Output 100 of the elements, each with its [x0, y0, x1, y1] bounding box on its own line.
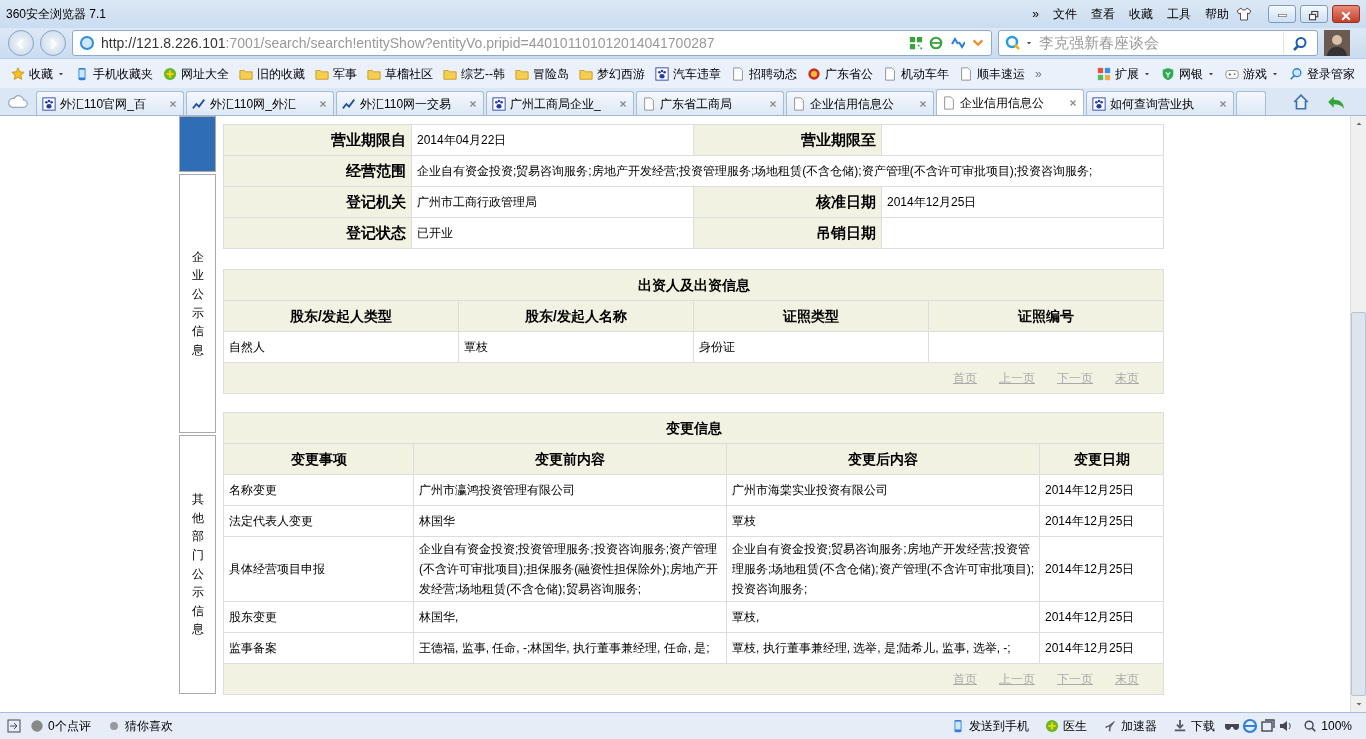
search-logo-icon	[1005, 35, 1021, 51]
back-button[interactable]	[8, 30, 34, 56]
table-cell: 覃枝	[458, 331, 694, 363]
bookmark-item[interactable]: 冒险岛	[510, 64, 574, 83]
browser-tab[interactable]: 企业信用信息公	[936, 89, 1084, 115]
sidebar-tab[interactable]: 其他部门公示信息	[179, 435, 216, 694]
column-header: 变更日期	[1039, 443, 1164, 475]
menu-item[interactable]: 查看	[1084, 5, 1122, 23]
field-label: 登记机关	[223, 186, 412, 218]
column-header: 变更事项	[223, 443, 414, 475]
column-header: 股东/发起人名称	[458, 300, 694, 332]
globe-icon	[79, 35, 95, 51]
menu-item[interactable]: 收藏	[1122, 5, 1160, 23]
bookmark-item[interactable]: 草榴社区	[362, 64, 438, 83]
bookmark-item[interactable]: 网址大全	[158, 64, 234, 83]
address-bar[interactable]: http://121.8.226.101:7001/search/search!entityShow?entityVo.pripid=440101101012014041700287	[72, 30, 992, 56]
field-label: 经营范围	[223, 155, 412, 187]
table-cell: 名称变更	[223, 474, 414, 506]
restore-button[interactable]	[1300, 5, 1328, 23]
browser-tab[interactable]: 广州工商局企业_	[486, 91, 634, 115]
caret-icon	[1025, 39, 1033, 47]
close-button[interactable]	[1332, 5, 1360, 23]
close-icon	[918, 98, 928, 109]
bookmark-item[interactable]: 综艺--韩	[438, 64, 510, 83]
status-item[interactable]: 0个点评	[22, 717, 99, 735]
table-cell: 林国华,	[413, 601, 727, 633]
browser-tab[interactable]: 外汇110网一交易	[336, 91, 484, 115]
status-item[interactable]: 下载	[1165, 717, 1224, 735]
sidebar-tab[interactable]	[179, 116, 216, 172]
table-cell: 林国华	[413, 505, 727, 537]
browser-tab[interactable]: 广东省工商局	[636, 91, 784, 115]
field-value: 企业自有资金投资;贸易咨询服务;房地产开发经营;投资管理服务;场地租赁(不含仓储);资产管理(不含许可审批项目);投资咨询服务;	[411, 155, 1164, 187]
browser-tab[interactable]: 如何查询营业执	[1086, 91, 1234, 115]
bookmark-item[interactable]: 收藏	[6, 64, 70, 83]
url-text: http://121.8.226.101:7001/search/search!entityShow?entityVo.pripid=440101101012014041700287	[101, 33, 716, 53]
sidebar-tab[interactable]: 企业公示信息	[179, 174, 216, 433]
status-item[interactable]: 医生	[1037, 717, 1096, 735]
toolbar-item[interactable]: 游戏	[1220, 64, 1284, 83]
home-button[interactable]	[1292, 92, 1310, 111]
field-label: 登记状态	[223, 217, 412, 249]
menu-item[interactable]: 文件	[1046, 5, 1084, 23]
status-item[interactable]: 加速器	[1095, 717, 1166, 735]
table-cell: 覃枝,	[726, 601, 1040, 633]
table-cell: 自然人	[223, 331, 459, 363]
status-item[interactable]: 猜你喜欢	[98, 717, 181, 735]
section-title: 出资人及出资信息	[223, 269, 1164, 301]
table-cell: 2014年12月25日	[1039, 536, 1164, 602]
windows-icon	[1259, 718, 1278, 734]
page-icon	[731, 66, 745, 81]
window-title: 360安全浏览器 7.1	[6, 6, 107, 23]
bookmark-item[interactable]: 顺丰速运	[954, 64, 1030, 83]
browser-tab[interactable]: 企业信用信息公	[786, 91, 934, 115]
menu-item[interactable]: 工具	[1160, 5, 1198, 23]
bookmark-item[interactable]: 梦幻西游	[574, 64, 650, 83]
table-cell: 2014年12月25日	[1039, 632, 1164, 664]
status-item[interactable]: 发送到手机	[943, 717, 1038, 735]
table-cell: 广州市海棠实业投资有限公司	[726, 474, 1040, 506]
page-icon	[642, 96, 656, 111]
close-icon	[318, 98, 328, 109]
table-cell: 企业自有资金投资;投资管理服务;投资咨询服务;资产管理(不含许可审批项目);担保服务(融资性担保除外);房地产开发经营;场地租赁(不含仓储);贸易咨询服务;	[413, 536, 727, 602]
chart-logo-icon	[192, 96, 206, 111]
table-cell: 2014年12月25日	[1039, 505, 1164, 537]
paw-icon	[1092, 96, 1106, 111]
page-icon	[792, 96, 806, 111]
paw-icon	[42, 96, 56, 111]
bookmark-item[interactable]: 招聘动态	[726, 64, 802, 83]
table-cell: 企业自有资金投资;贸易咨询服务;房地产开发经营;投资管理服务;场地租赁(不含仓储);资产管理(不含许可审批项目);投资咨询服务;	[726, 536, 1040, 602]
bookmark-item[interactable]: 机动车年	[878, 64, 954, 83]
menu-item[interactable]: 帮助	[1198, 5, 1236, 23]
search-box[interactable]: 李克强新春座谈会	[998, 30, 1318, 56]
toolbar-item[interactable]: 登录管家	[1284, 64, 1360, 83]
page-icon	[883, 66, 897, 81]
toolbar-item[interactable]: 网银	[1156, 64, 1220, 83]
bookmark-item[interactable]: 手机收藏夹	[70, 64, 158, 83]
toolbar-item[interactable]: 扩展	[1092, 64, 1156, 83]
sidebar-toggle-icon	[6, 718, 22, 734]
close-icon	[1218, 98, 1228, 109]
avatar-icon	[1324, 30, 1350, 56]
paw-icon	[492, 96, 506, 111]
field-value: 2014年12月25日	[881, 186, 1164, 218]
bookmark-item[interactable]: 汽车违章	[650, 64, 726, 83]
forward-button[interactable]	[40, 30, 66, 56]
browser-tab[interactable]: 外汇110网_外汇	[186, 91, 334, 115]
status-item[interactable]: 100%	[1295, 717, 1360, 735]
bookmark-item[interactable]: 广东省公	[802, 64, 878, 83]
column-header: 变更后内容	[726, 443, 1040, 475]
more-bookmarks-chevron[interactable]: »	[1030, 64, 1047, 83]
bookmark-item[interactable]: 旧的收藏	[234, 64, 310, 83]
bookmark-item[interactable]: 军事	[310, 64, 362, 83]
qr-code-icon	[909, 36, 923, 50]
plus-circle-icon	[1045, 719, 1060, 733]
page-icon	[942, 95, 956, 110]
emblem-icon	[807, 66, 821, 81]
more-menu-chevron[interactable]: »	[1025, 5, 1046, 23]
field-label: 营业期限至	[693, 124, 882, 156]
restore-icon	[1308, 9, 1320, 22]
scrollbar[interactable]	[1350, 116, 1366, 712]
new-tab-button[interactable]	[1236, 91, 1266, 115]
browser-tab[interactable]: 外汇110官网_百	[36, 91, 184, 115]
table-cell: 覃枝	[726, 505, 1040, 537]
